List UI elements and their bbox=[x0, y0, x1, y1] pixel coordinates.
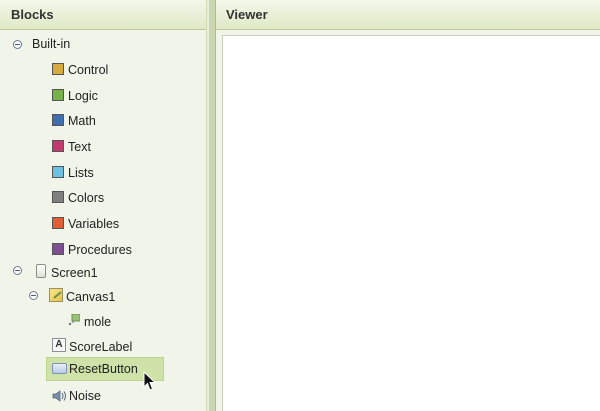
viewer-panel bbox=[216, 30, 600, 411]
builtin-item-label: Text bbox=[68, 140, 91, 154]
builtin-item-label: Math bbox=[68, 114, 96, 128]
lists-color-swatch-icon bbox=[52, 166, 64, 178]
viewer-panel-header: Viewer bbox=[216, 0, 600, 30]
colors-color-swatch-icon bbox=[52, 191, 64, 203]
procedures-color-swatch-icon bbox=[52, 243, 64, 255]
text-color-swatch-icon bbox=[52, 140, 64, 152]
blocks-panel-header: Blocks bbox=[0, 0, 206, 30]
tree-node-label: Noise bbox=[69, 389, 101, 403]
collapse-builtin-icon[interactable] bbox=[13, 40, 22, 49]
builtin-item-label: Procedures bbox=[68, 243, 132, 257]
image-sprite-icon bbox=[67, 312, 81, 326]
builtin-item-label: Logic bbox=[68, 89, 98, 103]
speaker-icon bbox=[52, 388, 68, 402]
builtin-item-label: Control bbox=[68, 63, 109, 77]
blocks-panel-title: Blocks bbox=[11, 7, 54, 22]
logic-color-swatch-icon bbox=[52, 89, 64, 101]
canvas-icon bbox=[49, 288, 63, 302]
control-color-swatch-icon bbox=[52, 63, 64, 75]
variables-color-swatch-icon bbox=[52, 217, 64, 229]
label-A-icon: A bbox=[52, 338, 66, 352]
tree-node-label: mole bbox=[84, 315, 112, 329]
phone-screen-icon bbox=[36, 264, 46, 278]
builtin-item-label: Colors bbox=[68, 191, 105, 205]
tree-node-label: Canvas1 bbox=[66, 290, 116, 304]
viewer-workspace[interactable] bbox=[222, 35, 600, 411]
math-color-swatch-icon bbox=[52, 114, 64, 126]
collapse-canvas1-icon[interactable] bbox=[29, 291, 38, 300]
button-icon bbox=[52, 363, 67, 374]
mouse-cursor-icon bbox=[143, 370, 157, 393]
tree-node-label: Built-in bbox=[32, 37, 71, 51]
tree-node-builtin[interactable]: Built-in bbox=[32, 33, 70, 55]
builtin-item-label: Lists bbox=[68, 166, 94, 180]
tree-node-label: ResetButton bbox=[69, 362, 138, 376]
builtin-item-label: Variables bbox=[68, 217, 120, 231]
viewer-panel-title: Viewer bbox=[226, 7, 268, 22]
collapse-screen1-icon[interactable] bbox=[13, 266, 22, 275]
tree-node-label: Screen1 bbox=[51, 266, 98, 280]
tree-node-label: ScoreLabel bbox=[69, 340, 133, 354]
